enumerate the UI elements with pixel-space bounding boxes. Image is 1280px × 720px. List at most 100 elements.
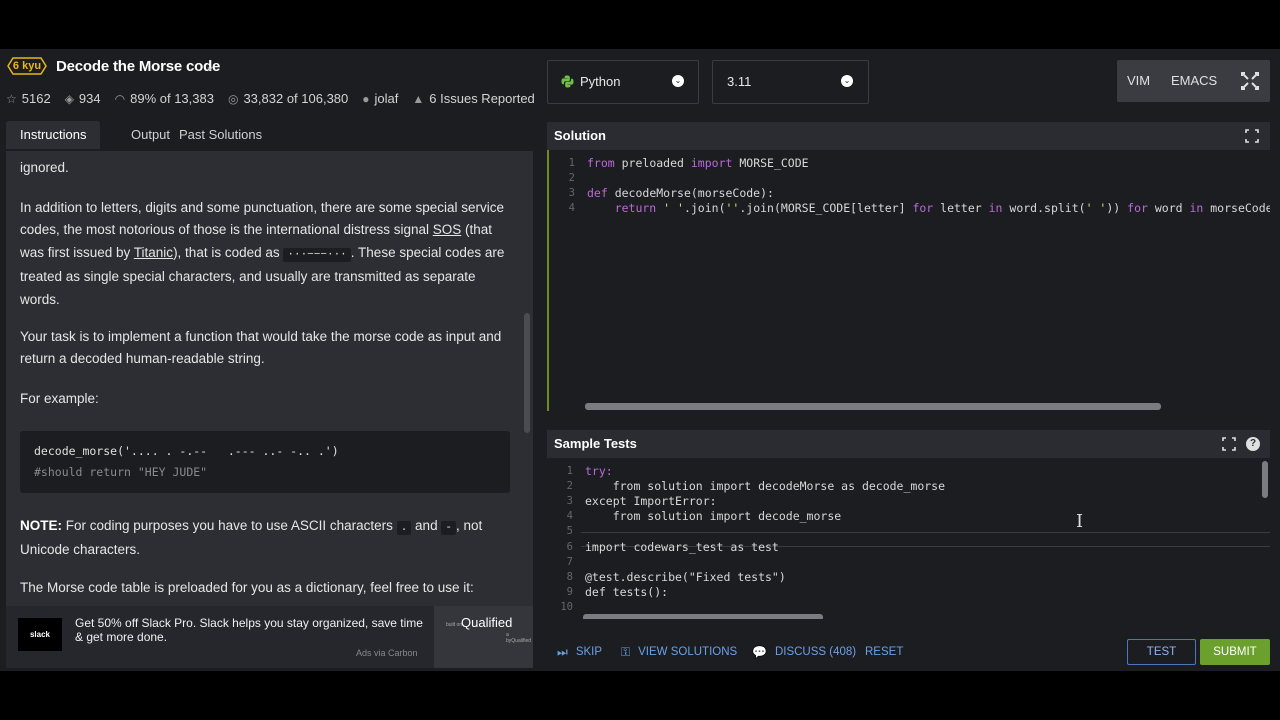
view-solutions-button[interactable]: ⚿ VIEW SOLUTIONS [621,634,737,670]
solution-header: Solution [547,122,1270,150]
line-number: 1 [568,157,575,169]
collections-stat[interactable]: ◈ 934 [65,91,101,106]
version-select[interactable]: 3.11 ⌄ [712,60,869,104]
tab-instructions[interactable]: Instructions [6,121,101,149]
completed-stat[interactable]: ◎ 33,832 of 106,380 [228,91,348,106]
code-line: def tests(): [585,585,669,599]
author-stat[interactable]: ● jolaf [362,91,398,106]
line-number: 4 [566,510,573,522]
issues-stat[interactable]: ▲ 6 Issues Reported [412,91,534,106]
instructions-panel: ignored. In addition to letters, digits … [6,151,533,609]
target-icon: ◎ [227,91,239,106]
expand-icon[interactable] [1222,437,1236,451]
slack-logo[interactable]: slack [18,618,62,651]
note-paragraph: NOTE: For coding purposes you have to us… [20,518,483,558]
sample-tests-title: Sample Tests [554,436,637,451]
line-number: 8 [566,571,573,583]
line-number: 5 [566,525,573,537]
reset-button[interactable]: RESET [865,634,903,670]
action-bar: ⏭ SKIP ⚿ VIEW SOLUTIONS 💬 DISCUSS (408) RES… [547,634,1270,670]
dot-code: . [396,521,412,535]
satisfaction-stat[interactable]: ◠ 89% of 13,383 [115,91,214,106]
example-code-block: decode_morse('.... . -.-- .--- ..- -.. .… [20,431,510,493]
warning-icon: ▲ [412,91,425,106]
instructions-scrollbar[interactable] [524,313,530,433]
language-select[interactable]: Python ⌄ [547,60,699,104]
skip-icon: ⏭ [557,645,568,659]
qualified-badge[interactable]: built on Qualified a byQualified [434,606,533,668]
emacs-mode-button[interactable]: EMACS [1171,60,1217,102]
python-icon [561,75,574,88]
kata-title: Decode the Morse code [56,58,221,75]
line-number: 4 [568,202,575,214]
fullscreen-button[interactable] [1230,60,1270,102]
code-line: @test.describe("Fixed tests") [585,570,786,584]
chevron-down-icon: ⌄ [672,75,684,87]
horizontal-scrollbar[interactable] [585,403,1161,410]
sos-link[interactable]: SOS [433,222,462,237]
line-number: 10 [560,601,573,613]
expand-icon [1241,72,1259,90]
rank-badge: 6 kyu [7,57,47,75]
tab-past-solutions[interactable]: Past Solutions [165,121,276,149]
sample-tests-editor[interactable]: 1 2 3 4 5 6 7 8 9 10 try: from solution … [547,458,1270,619]
user-icon: ● [362,91,370,106]
chat-icon: 💬 [752,645,767,659]
language-value: Python [580,74,621,89]
instructions-paragraph: ignored. [20,160,69,175]
qualified-logo: Qualified [461,615,513,630]
line-number: 3 [568,187,575,199]
rank-label: 6 kyu [12,60,42,72]
line-number: 2 [568,172,575,184]
code-line: from solution import decode_morse [585,509,842,523]
carbon-ad[interactable]: slack Get 50% off Slack Pro. Slack helps… [6,606,533,668]
vim-mode-button[interactable]: VIM [1127,60,1150,102]
sample-tests-header: Sample Tests ? [547,430,1270,458]
kata-trainer: 6 kyu Decode the Morse code ⌄ ☆ 5162 ◈ 934… [0,49,1280,671]
rainbow-icon: ◠ [114,91,126,106]
code-line: try: [585,464,613,478]
code-line: except ImportError: [585,494,717,508]
instructions-paragraph: In addition to letters, digits and some … [20,200,505,307]
sos-code: ···−−−··· [283,247,351,262]
help-icon[interactable]: ? [1246,437,1260,451]
skip-button[interactable]: ⏭ SKIP [557,634,602,670]
unlock-icon: ⚿ [621,645,631,659]
submit-button[interactable]: SUBMIT [1200,639,1270,665]
code-line: from solution import decodeMorse as deco… [585,479,946,493]
instructions-paragraph: For example: [20,391,99,406]
stars-stat[interactable]: ☆ 5162 [6,91,51,106]
instructions-paragraph: Your task is to implement a function tha… [20,329,502,367]
ad-text[interactable]: Get 50% off Slack Pro. Slack helps you s… [75,616,430,644]
expand-icon[interactable] [1245,129,1259,143]
code-comment: #should return "HEY JUDE" [34,465,208,479]
line-number: 9 [566,586,573,598]
line-number: 3 [566,495,573,507]
ad-via[interactable]: Ads via Carbon [356,648,418,658]
code-line: return ' '.join(''.join(MORSE_CODE[lette… [587,201,1270,215]
horizontal-scrollbar[interactable] [583,614,823,619]
test-button[interactable]: TEST [1127,639,1196,665]
dash-code: - [441,521,456,535]
code-line: from preloaded import MORSE_CODE [587,156,809,170]
vertical-scrollbar[interactable] [1262,461,1268,498]
discuss-button[interactable]: 💬 DISCUSS (408) [752,634,856,670]
line-number: 1 [566,465,573,477]
version-value: 3.11 [727,74,752,89]
star-icon: ☆ [6,91,17,106]
line-number: 2 [566,480,573,492]
solution-editor[interactable]: 1 2 3 4 from preloaded import MORSE_CODE… [547,150,1270,411]
instructions-paragraph: The Morse code table is preloaded for yo… [20,580,474,595]
line-number: 7 [566,556,573,568]
code-line: import codewars_test as test [585,540,779,554]
line-number: 6 [566,541,573,553]
layers-icon: ◈ [64,91,74,106]
code-line: def decodeMorse(morseCode): [587,186,774,200]
instruction-tabs: Instructions Output Past Solutions [6,121,533,149]
kata-stats: ☆ 5162 ◈ 934 ◠ 89% of 13,383 ◎ 33,832 of 106… [6,91,549,106]
solution-title: Solution [554,128,606,143]
code-line: decode_morse('.... . -.-- .--- ..- -.. .… [34,444,339,458]
titanic-link[interactable]: Titanic [134,245,173,260]
title-chevron-icon[interactable]: ⌄ [205,59,215,73]
text-cursor-icon: I [1076,511,1084,532]
